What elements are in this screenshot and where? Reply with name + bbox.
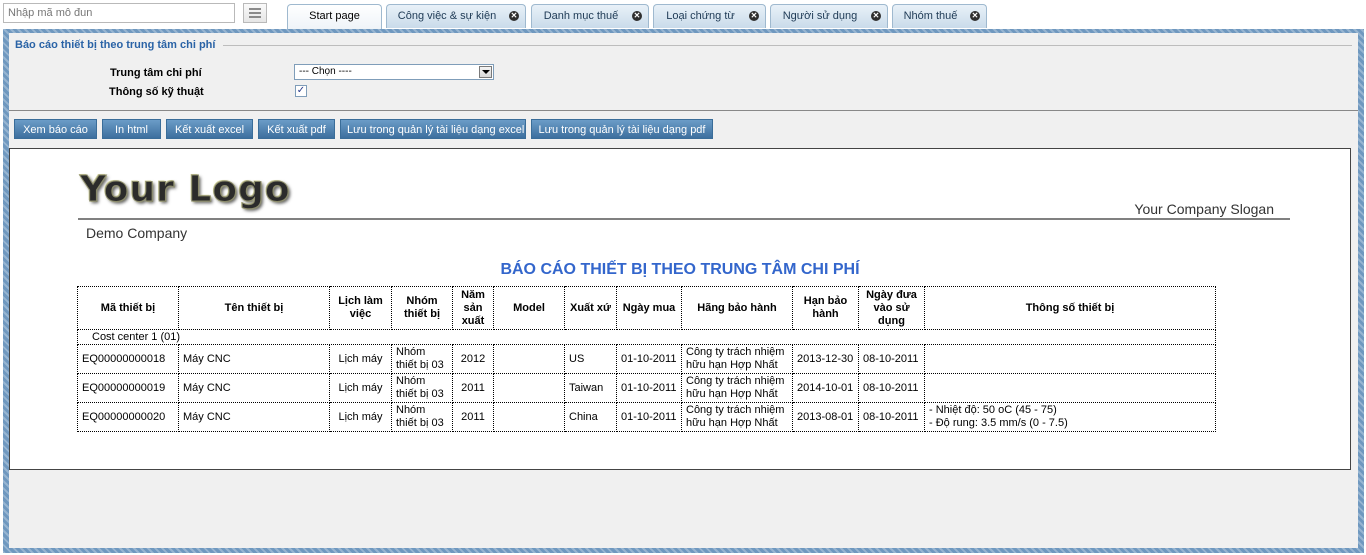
cell-warranty-company: Công ty trách nhiệm hữu hạn Hợp Nhất — [681, 344, 793, 374]
cell-name: Máy CNC — [178, 402, 330, 432]
cell-model — [493, 344, 565, 374]
spec-label: Thông số kỹ thuật — [109, 86, 204, 98]
tab-nguoi-su-dung[interactable]: Người sử dụng ✕ — [770, 4, 888, 28]
cell-bought: 01-10-2011 — [616, 344, 682, 374]
close-icon[interactable]: ✕ — [749, 11, 759, 21]
cell-in-use: 08-10-2011 — [858, 373, 925, 403]
col-header: Model — [493, 286, 565, 330]
cost-center-label: Trung tâm chi phí — [110, 67, 202, 79]
col-header: Hãng bảo hành — [681, 286, 793, 330]
tab-start-page[interactable]: Start page — [287, 4, 382, 30]
cell-origin: US — [564, 344, 617, 374]
module-code-input[interactable] — [3, 3, 235, 23]
export-excel-button[interactable]: Kết xuất excel — [166, 119, 253, 139]
col-header: Ngày mua — [616, 286, 682, 330]
cell-model — [493, 402, 565, 432]
col-header: Tên thiết bị — [178, 286, 330, 330]
close-icon[interactable]: ✕ — [871, 11, 881, 21]
top-bar: Start page Công việc & sự kiện ✕ Danh mụ… — [0, 0, 1366, 30]
company-logo: Your Logo — [80, 169, 291, 211]
cell-code: EQ00000000019 — [77, 373, 179, 403]
cell-model — [493, 373, 565, 403]
cell-name: Máy CNC — [178, 373, 330, 403]
close-icon[interactable]: ✕ — [509, 11, 519, 21]
cell-in-use: 08-10-2011 — [858, 402, 925, 432]
col-header: Năm sản xuất — [452, 286, 494, 330]
report-title: BÁO CÁO THIẾT BỊ THEO TRUNG TÂM CHI PHÍ — [500, 261, 860, 278]
cell-in-use: 08-10-2011 — [858, 344, 925, 374]
table-row: EQ00000000018 Máy CNC Lịch máy Nhóm thiế… — [77, 344, 1216, 374]
content-frame: Báo cáo thiết bị theo trung tâm chi phí … — [3, 29, 1364, 553]
tab-label: Danh mục thuế — [543, 10, 619, 22]
cell-year: 2012 — [452, 344, 494, 374]
cell-schedule: Lịch máy — [329, 344, 392, 374]
cell-warranty-end: 2013-08-01 — [792, 402, 859, 432]
report-panel: Báo cáo thiết bị theo trung tâm chi phí … — [9, 33, 1358, 548]
col-header: Thông số thiết bị — [924, 286, 1216, 330]
save-pdf-button[interactable]: Lưu trong quản lý tài liệu dạng pdf — [531, 119, 713, 139]
header-rule — [78, 218, 1290, 220]
equipment-table: Mã thiết bị Tên thiết bị Lịch làm việc N… — [77, 286, 1216, 432]
cell-spec: - Nhiệt độ: 50 oC (45 - 75) - Độ rung: 3.… — [924, 402, 1216, 432]
save-excel-button[interactable]: Lưu trong quản lý tài liệu dạng excel — [340, 119, 526, 139]
cost-center-select[interactable]: --- Chọn ---- — [294, 64, 494, 80]
col-header: Mã thiết bị — [77, 286, 179, 330]
company-slogan: Your Company Slogan — [1134, 201, 1274, 217]
cell-warranty-company: Công ty trách nhiệm hữu hạn Hợp Nhất — [681, 402, 793, 432]
group-label: Cost center 1 (01) — [77, 329, 1216, 345]
cell-bought: 01-10-2011 — [616, 373, 682, 403]
cell-group: Nhóm thiết bị 03 — [391, 344, 453, 374]
cell-schedule: Lịch máy — [329, 402, 392, 432]
col-header: Nhóm thiết bị — [391, 286, 453, 330]
table-row: EQ00000000020 Máy CNC Lịch máy Nhóm thiế… — [77, 402, 1216, 432]
close-icon[interactable]: ✕ — [632, 11, 642, 21]
cell-origin: China — [564, 402, 617, 432]
cell-schedule: Lịch máy — [329, 373, 392, 403]
table-row: EQ00000000019 Máy CNC Lịch máy Nhóm thiế… — [77, 373, 1216, 403]
cell-warranty-company: Công ty trách nhiệm hữu hạn Hợp Nhất — [681, 373, 793, 403]
cell-spec — [924, 373, 1216, 403]
tab-danh-muc-thue[interactable]: Danh mục thuế ✕ — [531, 4, 649, 28]
cell-warranty-end: 2014-10-01 — [792, 373, 859, 403]
module-list-button[interactable] — [243, 3, 267, 23]
export-pdf-button[interactable]: Kết xuất pdf — [258, 119, 335, 139]
chevron-down-icon[interactable] — [479, 66, 492, 78]
section-title: Báo cáo thiết bị theo trung tâm chi phí — [15, 39, 224, 51]
tab-label: Công việc & sự kiện — [397, 10, 497, 22]
view-report-button[interactable]: Xem báo cáo — [14, 119, 97, 139]
cell-bought: 01-10-2011 — [616, 402, 682, 432]
cell-year: 2011 — [452, 373, 494, 403]
tab-label: Start page — [309, 10, 360, 22]
cell-year: 2011 — [452, 402, 494, 432]
col-header: Ngày đưa vào sử dụng — [858, 286, 925, 330]
cell-group: Nhóm thiết bị 03 — [391, 402, 453, 432]
col-header: Xuất xứ — [564, 286, 617, 330]
tab-label: Nhóm thuế — [903, 10, 958, 22]
cell-spec — [924, 344, 1216, 374]
cell-code: EQ00000000018 — [77, 344, 179, 374]
table-header: Mã thiết bị Tên thiết bị Lịch làm việc N… — [77, 286, 1216, 330]
cell-group: Nhóm thiết bị 03 — [391, 373, 453, 403]
print-html-button[interactable]: In html — [102, 119, 161, 139]
col-header: Hạn bảo hành — [792, 286, 859, 330]
tab-label: Người sử dụng — [782, 10, 858, 22]
company-name: Demo Company — [86, 225, 188, 241]
tab-nhom-thue[interactable]: Nhóm thuế ✕ — [892, 4, 987, 28]
spec-checkbox[interactable]: ✓ — [295, 85, 307, 97]
group-row: Cost center 1 (01) — [77, 329, 1216, 345]
form-divider — [9, 110, 1358, 111]
cell-warranty-end: 2013-12-30 — [792, 344, 859, 374]
cell-origin: Taiwan — [564, 373, 617, 403]
close-icon[interactable]: ✕ — [970, 11, 980, 21]
cell-name: Máy CNC — [178, 344, 330, 374]
col-header: Lịch làm việc — [329, 286, 392, 330]
tab-cong-viec-su-kien[interactable]: Công việc & sự kiện ✕ — [386, 4, 526, 28]
list-icon — [249, 8, 261, 10]
cell-code: EQ00000000020 — [77, 402, 179, 432]
report-viewer: Your Logo Your Company Slogan Demo Compa… — [9, 148, 1351, 470]
tab-label: Loại chứng từ — [666, 10, 735, 22]
tab-loai-chung-tu[interactable]: Loại chứng từ ✕ — [653, 4, 766, 28]
cost-center-value: --- Chọn ---- — [299, 66, 352, 77]
